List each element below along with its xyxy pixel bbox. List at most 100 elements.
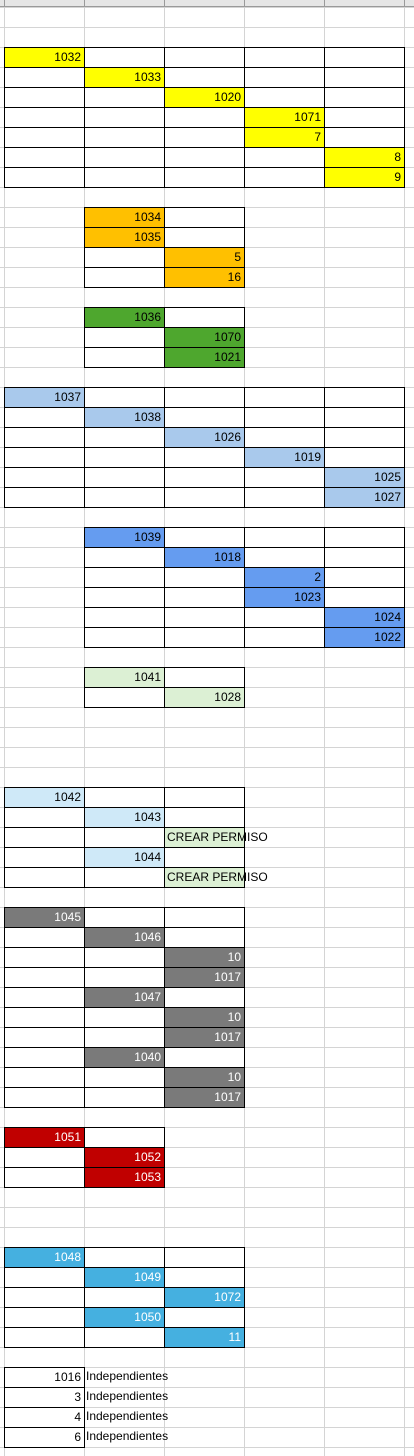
cell-empty[interactable] — [164, 107, 245, 128]
cell-empty[interactable] — [4, 1007, 85, 1028]
cell-empty[interactable] — [84, 247, 165, 268]
spreadsheet-grid[interactable]: 1032 1033 1020 1071 7 8 9 1034 1035 5 16 1036 1070 10… — [0, 0, 414, 1456]
cell-empty[interactable] — [324, 547, 405, 568]
cell-value[interactable]: 1072 — [164, 1287, 245, 1308]
cell-empty[interactable] — [84, 607, 165, 628]
cell-empty[interactable] — [244, 67, 325, 88]
cell-empty[interactable] — [244, 547, 325, 568]
cell-empty[interactable] — [164, 127, 245, 148]
cell-empty[interactable] — [4, 147, 85, 168]
cell-empty[interactable] — [84, 1027, 165, 1048]
cell-empty[interactable] — [4, 1147, 85, 1168]
cell-value[interactable]: 1039 — [84, 527, 165, 548]
cell-value[interactable]: 1018 — [164, 547, 245, 568]
cell-value[interactable]: 1045 — [4, 907, 85, 928]
cell-empty[interactable] — [324, 127, 405, 148]
cell-value[interactable]: 1071 — [244, 107, 325, 128]
cell-empty[interactable] — [84, 447, 165, 468]
cell-value[interactable]: 1040 — [84, 1047, 165, 1068]
cell-empty[interactable] — [164, 47, 245, 68]
cell-empty[interactable] — [4, 1307, 85, 1328]
cell-value[interactable]: 11 — [164, 1327, 245, 1348]
cell-empty[interactable] — [324, 47, 405, 68]
cell-empty[interactable] — [164, 627, 245, 648]
cell-value[interactable]: 1070 — [164, 327, 245, 348]
cell-empty[interactable] — [84, 87, 165, 108]
cell-empty[interactable] — [164, 407, 245, 428]
cell-empty[interactable] — [164, 447, 245, 468]
cell-empty[interactable] — [164, 207, 245, 228]
cell-empty[interactable] — [164, 567, 245, 588]
cell-empty[interactable] — [244, 527, 325, 548]
cell-empty[interactable] — [244, 167, 325, 188]
cell-empty[interactable] — [244, 47, 325, 68]
cell-empty[interactable] — [164, 487, 245, 508]
cell-value[interactable]: 1033 — [84, 67, 165, 88]
cell-empty[interactable] — [324, 87, 405, 108]
cell-value[interactable]: 8 — [324, 147, 405, 168]
cell-value[interactable]: 1053 — [84, 1167, 165, 1188]
cell-empty[interactable] — [164, 467, 245, 488]
cell-value[interactable]: 1019 — [244, 447, 325, 468]
cell-value[interactable]: 1049 — [84, 1267, 165, 1288]
cell-empty[interactable] — [4, 867, 85, 888]
cell-empty[interactable] — [4, 87, 85, 108]
cell-empty[interactable] — [84, 1007, 165, 1028]
cell-empty[interactable] — [324, 427, 405, 448]
cell-empty[interactable] — [164, 1047, 245, 1068]
cell-value[interactable]: 16 — [164, 267, 245, 288]
cell-value[interactable]: 6 — [4, 1427, 85, 1448]
cell-empty[interactable] — [164, 67, 245, 88]
cell-empty[interactable] — [84, 127, 165, 148]
cell-value[interactable]: 1038 — [84, 407, 165, 428]
cell-empty[interactable] — [4, 967, 85, 988]
cell-empty[interactable] — [244, 487, 325, 508]
cell-value[interactable]: 1021 — [164, 347, 245, 368]
cell-empty[interactable] — [324, 587, 405, 608]
cell-value[interactable]: 1032 — [4, 47, 85, 68]
cell-empty[interactable] — [164, 847, 245, 868]
cell-empty[interactable] — [164, 1307, 245, 1328]
cell-empty[interactable] — [244, 147, 325, 168]
cell-value[interactable]: Independientes — [84, 1427, 168, 1448]
cell-empty[interactable] — [84, 147, 165, 168]
cell-value[interactable]: 1037 — [4, 387, 85, 408]
cell-value[interactable]: 1036 — [84, 307, 165, 328]
cell-empty[interactable] — [4, 427, 85, 448]
cell-empty[interactable] — [84, 1067, 165, 1088]
cell-empty[interactable] — [84, 107, 165, 128]
cell-empty[interactable] — [84, 1247, 165, 1268]
cell-value[interactable]: 1020 — [164, 87, 245, 108]
cell-empty[interactable] — [84, 547, 165, 568]
cell-empty[interactable] — [84, 347, 165, 368]
cell-empty[interactable] — [84, 267, 165, 288]
cell-value[interactable]: 1022 — [324, 627, 405, 648]
cell-value[interactable]: 1051 — [4, 1127, 85, 1148]
cell-value[interactable]: 1043 — [84, 807, 165, 828]
cell-empty[interactable] — [164, 807, 245, 828]
cell-value[interactable]: 1017 — [164, 1087, 245, 1108]
cell-value[interactable]: Independientes — [84, 1407, 168, 1428]
cell-empty[interactable] — [164, 587, 245, 608]
cell-empty[interactable] — [84, 427, 165, 448]
cell-value[interactable]: 10 — [164, 1007, 245, 1028]
cell-empty[interactable] — [4, 847, 85, 868]
cell-value[interactable]: 1023 — [244, 587, 325, 608]
cell-empty[interactable] — [324, 407, 405, 428]
cell-value[interactable]: 1034 — [84, 207, 165, 228]
cell-empty[interactable] — [4, 1167, 85, 1188]
cell-empty[interactable] — [164, 607, 245, 628]
cell-empty[interactable] — [84, 967, 165, 988]
cell-value[interactable]: 1017 — [164, 967, 245, 988]
cell-empty[interactable] — [164, 307, 245, 328]
cell-empty[interactable] — [4, 1047, 85, 1068]
cell-value[interactable]: 1035 — [84, 227, 165, 248]
cell-empty[interactable] — [4, 107, 85, 128]
cell-empty[interactable] — [84, 1287, 165, 1308]
cell-empty[interactable] — [84, 867, 165, 888]
cell-empty[interactable] — [84, 1087, 165, 1108]
cell-empty[interactable] — [324, 527, 405, 548]
cell-value[interactable]: 1025 — [324, 467, 405, 488]
cell-value[interactable]: 1050 — [84, 1307, 165, 1328]
cell-empty[interactable] — [164, 907, 245, 928]
